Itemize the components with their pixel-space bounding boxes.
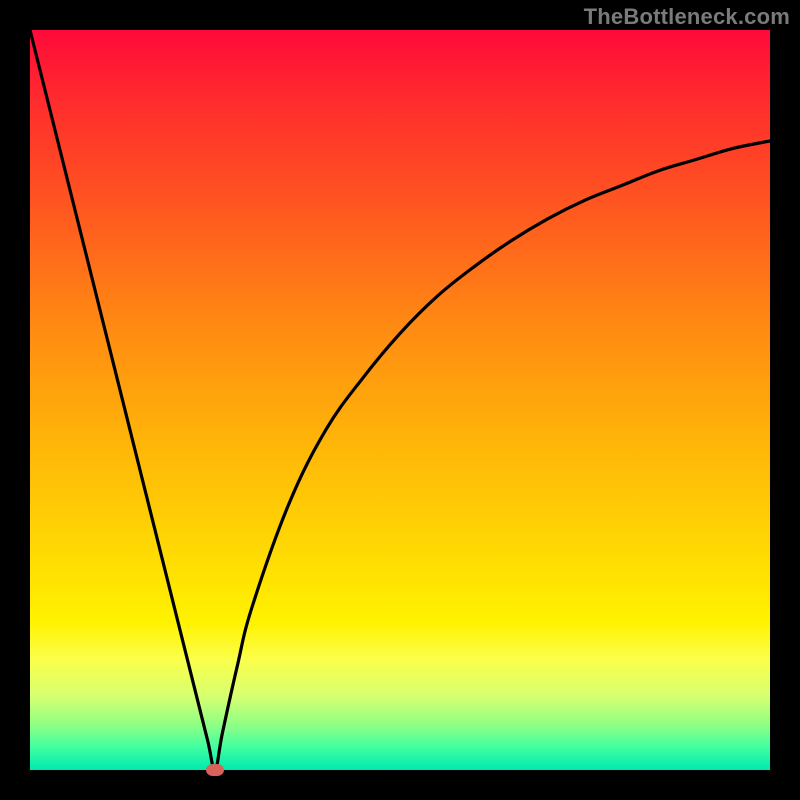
min-point-marker (206, 764, 224, 776)
curve-svg (30, 30, 770, 770)
plot-area (30, 30, 770, 770)
watermark-text: TheBottleneck.com (584, 4, 790, 30)
chart-frame: TheBottleneck.com (0, 0, 800, 800)
bottleneck-curve (30, 30, 770, 770)
